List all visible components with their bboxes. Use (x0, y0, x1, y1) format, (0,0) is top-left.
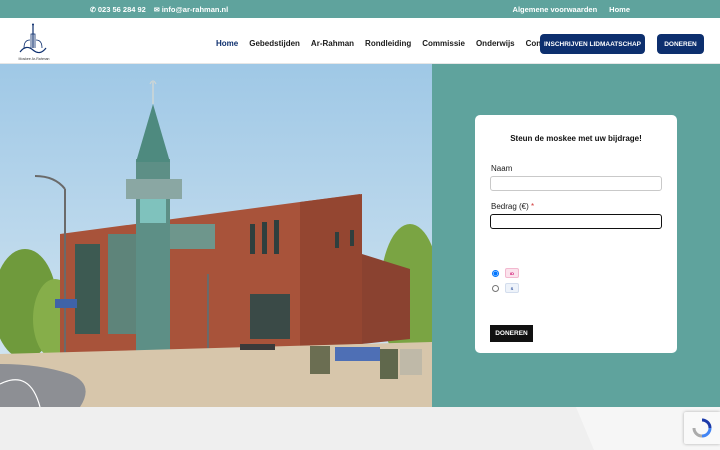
main-nav: Home Gebedstijden Ar-Rahman Rondleiding … (216, 39, 566, 48)
envelope-icon: ✉ (153, 6, 160, 14)
payment-option-ideal[interactable]: iD (492, 268, 519, 278)
nav-home[interactable]: Home (216, 39, 238, 48)
phone-icon: ✆ (90, 6, 96, 14)
nav-onderwijs[interactable]: Onderwijs (476, 39, 515, 48)
mosque-photo (0, 64, 432, 407)
donation-title: Steun de moskee met uw bijdrage! (510, 134, 642, 143)
mosque-logo-icon[interactable] (16, 22, 50, 60)
donate-submit-button[interactable]: DONEREN (490, 325, 533, 342)
contact-info: ✆ 023 56 284 92 ✉ info@ar-rahman.nl (90, 5, 228, 14)
name-label: Naam (491, 164, 513, 173)
email-address: info@ar-rahman.nl (161, 5, 229, 14)
amount-label: Bedrag (€) * (491, 202, 534, 211)
home-top-link[interactable]: Home (609, 5, 630, 14)
top-bar: ✆ 023 56 284 92 ✉ info@ar-rahman.nl Alge… (0, 0, 720, 18)
nav-commissie[interactable]: Commissie (422, 39, 465, 48)
nav-gebedstijden[interactable]: Gebedstijden (249, 39, 300, 48)
amount-label-text: Bedrag (€) (491, 202, 529, 211)
membership-button[interactable]: INSCHRIJVEN LIDMAATSCHAP (540, 34, 645, 54)
sepa-radio[interactable] (492, 284, 499, 292)
site-header: Moskee Ar-Rahman Home Gebedstijden Ar-Ra… (0, 18, 720, 64)
nav-ar-rahman[interactable]: Ar-Rahman (311, 39, 354, 48)
recaptcha-icon (692, 418, 712, 438)
top-links: Algemene voorwaarden Home (513, 5, 630, 14)
donation-card: Steun de moskee met uw bijdrage! Naam Be… (475, 115, 677, 353)
recaptcha-badge[interactable] (684, 412, 720, 444)
payment-option-sepa[interactable]: S (492, 283, 519, 293)
sepa-icon: S (505, 283, 519, 293)
phone-number: 023 56 284 92 (97, 5, 146, 14)
required-mark: * (531, 202, 535, 211)
email-contact[interactable]: ✉ info@ar-rahman.nl (154, 5, 228, 14)
terms-link[interactable]: Algemene voorwaarden (513, 5, 598, 14)
ideal-radio[interactable] (492, 269, 499, 277)
nav-rondleiding[interactable]: Rondleiding (365, 39, 411, 48)
ideal-icon: iD (505, 268, 519, 278)
donate-header-button[interactable]: DONEREN (657, 34, 704, 54)
logo-caption: Moskee Ar-Rahman (18, 57, 50, 61)
name-field[interactable] (490, 176, 662, 191)
amount-field[interactable] (490, 214, 662, 229)
phone-contact[interactable]: ✆ 023 56 284 92 (90, 5, 146, 14)
